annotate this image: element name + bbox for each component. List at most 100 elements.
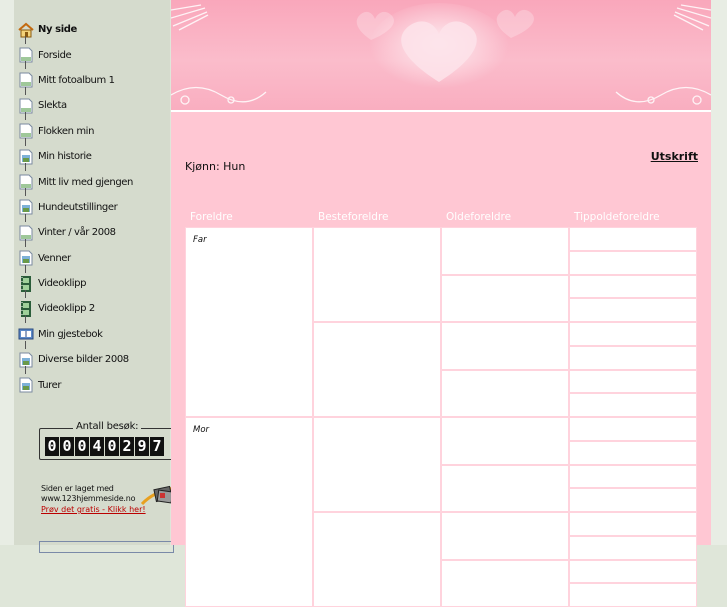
sidebar-item-8[interactable]: Hundeutstillinger (18, 195, 168, 220)
great-great-grandparent-cell (569, 417, 697, 441)
sidebar-item-label: Min historie (38, 151, 92, 162)
sidebar-item-label: Mitt liv med gjengen (38, 177, 133, 188)
sidebar-item-3[interactable]: Mitt fotoalbum 1 (18, 68, 168, 93)
counter-label: Antall besøk: (73, 421, 141, 432)
guestbook-icon (18, 326, 34, 342)
page-icon (18, 225, 34, 241)
sidebar-item-4[interactable]: Slekta (18, 93, 168, 118)
great-great-grandparent-cell (569, 583, 697, 607)
great-grandparent-cell (441, 465, 569, 513)
print-link[interactable]: Utskrift (651, 150, 698, 163)
great-great-grandparent-cell (569, 488, 697, 512)
grandparent-cell (313, 512, 441, 607)
home-icon (18, 22, 34, 38)
grandparent-cell (313, 322, 441, 417)
sidebar-item-label: Min gjestebok (38, 329, 103, 340)
great-grandparent-cell (441, 370, 569, 418)
photo-page-icon (18, 199, 34, 215)
photo-page-icon (18, 352, 34, 368)
header-great-great-grandparents: Tippoldeforeldre (574, 211, 660, 223)
sidebar-bottom-box (39, 541, 174, 553)
tree-header: Foreldre Besteforeldre Oldeforeldre Tipp… (185, 209, 697, 227)
right-margin (711, 0, 727, 545)
page-icon (18, 98, 34, 114)
photo-page-icon (18, 377, 34, 393)
counter-digit: 0 (60, 437, 74, 456)
sidebar-item-label: Videoklipp 2 (38, 303, 95, 314)
grandparent-cell (313, 417, 441, 512)
counter-digit: 0 (75, 437, 89, 456)
sidebar: Ny side Forside Mitt fotoalbum 1 Slekta Flok… (14, 0, 170, 545)
sidebar-item-label: Vinter / vår 2008 (38, 227, 116, 238)
great-grandparent-cell (441, 512, 569, 560)
page-icon (18, 47, 34, 63)
sidebar-item-6[interactable]: Min historie (18, 144, 168, 169)
sidebar-item-9[interactable]: Vinter / vår 2008 (18, 220, 168, 245)
visitor-counter: Antall besøk: 00040297 (39, 421, 173, 461)
sidebar-item-label: Forside (38, 50, 71, 61)
sidebar-item-label: Slekta (38, 100, 67, 111)
sidebar-item-12[interactable]: Videoklipp 2 (18, 296, 168, 321)
page-icon (18, 123, 34, 139)
sidebar-item-label: Mitt fotoalbum 1 (38, 75, 115, 86)
counter-digit: 0 (105, 437, 119, 456)
sidebar-item-label: Turer (38, 380, 61, 391)
great-grandparent-cell (441, 275, 569, 323)
great-grandparent-cell (441, 417, 569, 465)
counter-digits: 00040297 (45, 437, 164, 456)
great-great-grandparent-cell (569, 465, 697, 489)
sidebar-item-2[interactable]: Forside (18, 42, 168, 67)
tree-grid: FarMor (185, 227, 697, 557)
great-great-grandparent-cell (569, 370, 697, 394)
counter-digit: 0 (45, 437, 59, 456)
great-great-grandparent-cell (569, 298, 697, 322)
main-content: Utskrift Kjønn: Hun Foreldre Besteforeld… (171, 0, 711, 545)
great-great-grandparent-cell (569, 536, 697, 560)
great-great-grandparent-cell (569, 512, 697, 536)
photo-stack-icon (141, 484, 175, 514)
sidebar-item-10[interactable]: Venner (18, 246, 168, 271)
header-grandparents: Besteforeldre (318, 211, 389, 223)
great-great-grandparent-cell (569, 227, 697, 251)
page-icon (18, 72, 34, 88)
photo-page-icon (18, 250, 34, 266)
header-great-grandparents: Oldeforeldre (446, 211, 511, 223)
film-icon (18, 301, 34, 317)
family-tree: Foreldre Besteforeldre Oldeforeldre Tipp… (185, 209, 697, 557)
sidebar-item-label: Diverse bilder 2008 (38, 354, 129, 365)
counter-digit: 4 (90, 437, 104, 456)
photo-page-icon (18, 149, 34, 165)
parent-cell: Mor (185, 417, 313, 607)
great-great-grandparent-cell (569, 275, 697, 299)
sidebar-item-15[interactable]: Turer (18, 372, 168, 397)
sidebar-item-14[interactable]: Diverse bilder 2008 (18, 347, 168, 372)
promo-box: Siden er laget med www.123hjemmeside.no … (41, 484, 181, 516)
parent-label: Far (193, 235, 207, 245)
counter-digit: 9 (135, 437, 149, 456)
sidebar-item-1[interactable]: Ny side (18, 17, 168, 42)
sidebar-item-label: Hundeutstillinger (38, 202, 117, 213)
sidebar-item-11[interactable]: Videoklipp (18, 271, 168, 296)
sidebar-item-label: Venner (38, 253, 71, 264)
grandparent-cell (313, 227, 441, 322)
counter-digit: 7 (150, 437, 164, 456)
great-great-grandparent-cell (569, 441, 697, 465)
great-great-grandparent-cell (569, 322, 697, 346)
page-icon (18, 174, 34, 190)
left-margin (0, 0, 14, 545)
counter-digit: 2 (120, 437, 134, 456)
parent-cell: Far (185, 227, 313, 417)
great-great-grandparent-cell (569, 560, 697, 584)
great-great-grandparent-cell (569, 393, 697, 417)
sidebar-item-5[interactable]: Flokken min (18, 119, 168, 144)
sidebar-item-7[interactable]: Mitt liv med gjengen (18, 169, 168, 194)
great-grandparent-cell (441, 227, 569, 275)
heart-banner-art (171, 0, 711, 110)
great-great-grandparent-cell (569, 251, 697, 275)
sidebar-item-13[interactable]: Min gjestebok (18, 322, 168, 347)
sidebar-item-label: Videoklipp (38, 278, 86, 289)
header-banner (171, 0, 711, 112)
header-parents: Foreldre (190, 211, 233, 223)
gender-text: Kjønn: Hun (185, 160, 245, 173)
great-grandparent-cell (441, 322, 569, 370)
